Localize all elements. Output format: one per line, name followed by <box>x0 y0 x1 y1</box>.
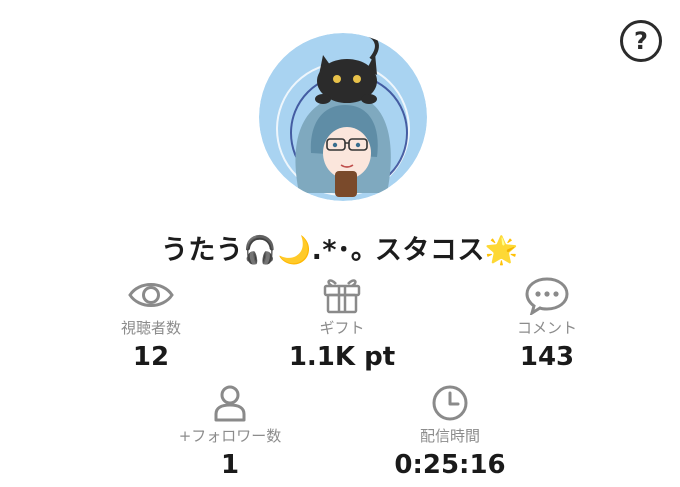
stat-comments-label: コメント <box>516 319 577 337</box>
avatar <box>259 33 427 201</box>
stat-comments-value: 143 <box>519 342 575 372</box>
help-icon: ? <box>634 27 648 55</box>
help-button[interactable]: ? <box>620 20 662 62</box>
comment-bubble-icon <box>525 277 569 315</box>
stat-viewers-value: 12 <box>132 342 170 372</box>
display-name: うたう🎧🌙.*･｡ スタコス🌟 <box>160 235 520 266</box>
stat-gifts: ギフト 1.1K pt <box>262 275 422 372</box>
gift-icon <box>323 279 361 314</box>
stat-comments: コメント 143 <box>472 275 622 372</box>
stat-gifts-label: ギフト <box>319 319 365 337</box>
stat-duration-label: 配信時間 <box>419 427 480 445</box>
person-icon <box>214 385 246 422</box>
stat-followers-label: +フォロワー数 <box>178 427 282 445</box>
stat-duration: 配信時間 0:25:16 <box>375 383 525 480</box>
stat-viewers: 視聴者数 12 <box>76 275 226 372</box>
eye-icon <box>128 283 174 307</box>
avatar-image <box>259 33 427 201</box>
stat-duration-value: 0:25:16 <box>394 450 506 480</box>
stat-viewers-label: 視聴者数 <box>120 319 181 337</box>
stat-followers-value: 1 <box>220 450 240 480</box>
stat-gifts-value: 1.1K pt <box>288 342 396 372</box>
stat-followers: +フォロワー数 1 <box>155 383 305 480</box>
clock-icon <box>432 385 468 421</box>
